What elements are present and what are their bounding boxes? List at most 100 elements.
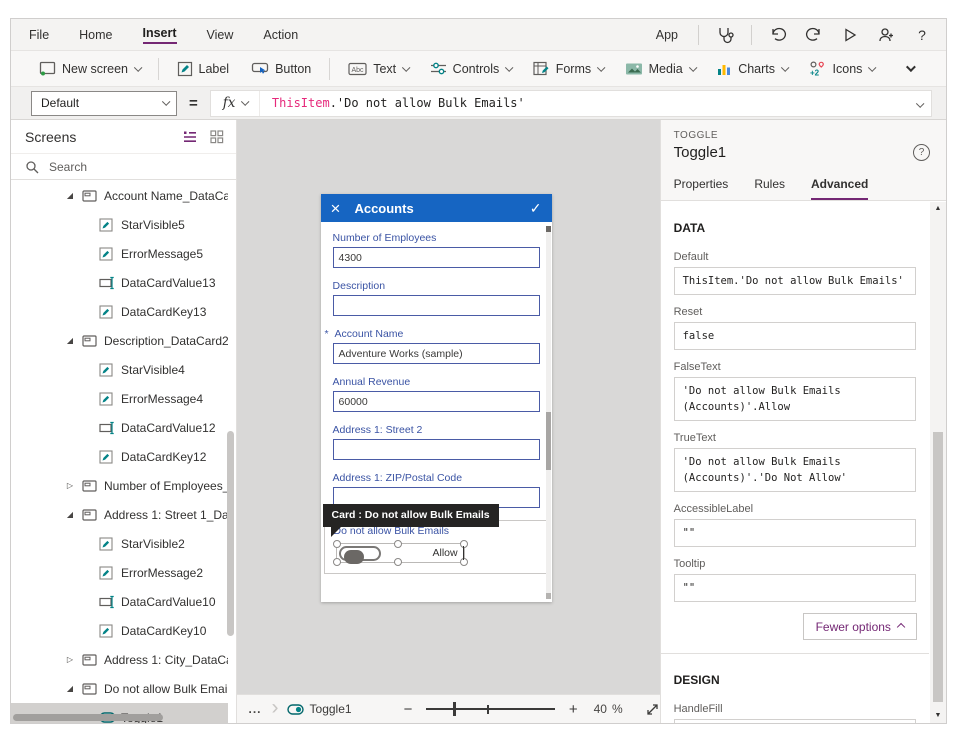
tree-view-icon[interactable] [183, 130, 198, 144]
toolbar-button-button[interactable]: Button [241, 56, 321, 82]
collapse-triangle-icon[interactable]: ◢ [63, 684, 77, 693]
screens-search[interactable]: Search [11, 153, 236, 180]
tree-item-datacardvalue10[interactable]: DataCardValue10 [11, 587, 228, 616]
form-scrollbar-top[interactable] [545, 226, 551, 232]
redo-icon[interactable] [804, 25, 824, 45]
menu-item-home[interactable]: Home [79, 19, 112, 50]
collapse-triangle-icon[interactable]: ◢ [63, 191, 77, 200]
property-value-input[interactable]: ThisItem.'Do not allow Bulk Emails' [673, 267, 916, 295]
tree-item-starvisible4[interactable]: StarVisible4 [11, 355, 228, 384]
toolbar-overflow-chevron[interactable] [896, 56, 923, 82]
tab-rules[interactable]: Rules [754, 177, 785, 200]
toolbar-forms-button[interactable]: Forms [523, 56, 613, 82]
tree-item-do-not-allow-bulk-emails-da[interactable]: ◢ Do not allow Bulk Emails_Da [11, 674, 228, 703]
tree-item-datacardkey10[interactable]: DataCardKey10 [11, 616, 228, 645]
tree-horizontal-scrollbar[interactable] [13, 714, 163, 721]
toolbar-new-screen-button[interactable]: New screen [29, 56, 150, 82]
collapse-triangle-icon[interactable]: ◢ [63, 510, 77, 519]
expand-triangle-icon[interactable]: ▷ [63, 655, 77, 664]
fx-button[interactable]: fx [211, 90, 260, 116]
breadcrumb-ellipsis[interactable]: ... [249, 702, 262, 716]
menu-item-action[interactable]: Action [263, 19, 298, 50]
app-checker-icon[interactable] [715, 25, 735, 45]
help-icon[interactable]: ? [912, 25, 932, 45]
selection-handle[interactable] [459, 558, 468, 566]
property-selector[interactable]: Default [31, 90, 177, 116]
zoom-slider[interactable] [426, 702, 555, 716]
property-value-input[interactable]: 'Do not allow Bulk Emails (Accounts)'.Al… [673, 377, 916, 421]
preview-play-icon[interactable] [840, 25, 860, 45]
toolbar-icons-button[interactable]: +2 Icons [799, 56, 884, 82]
menu-item-insert[interactable]: Insert [142, 19, 177, 50]
toolbar-media-button[interactable]: Media [615, 56, 705, 82]
toggle-knob[interactable] [343, 550, 364, 564]
field-input[interactable]: Adventure Works (sample) [332, 343, 540, 364]
property-value-input[interactable]: "" [673, 574, 916, 602]
tree-item-starvisible5[interactable]: StarVisible5 [11, 210, 228, 239]
form-scrollbar-bottom[interactable] [545, 593, 551, 599]
panel-help-icon[interactable]: ? [913, 144, 930, 161]
toggle-selection[interactable]: Allow [332, 540, 468, 566]
toolbar-label-button[interactable]: Label [167, 56, 240, 82]
field-input[interactable]: 4300 [332, 247, 540, 268]
tree-item-datacardvalue13[interactable]: DataCardValue13 [11, 268, 228, 297]
tree-item-datacardvalue12[interactable]: DataCardValue12 [11, 413, 228, 442]
check-icon[interactable]: ✓ [530, 200, 542, 217]
tree-item-number-of-employees-data[interactable]: ▷ Number of Employees_Data [11, 471, 228, 500]
expand-triangle-icon[interactable]: ▷ [63, 481, 77, 490]
property-value-input[interactable]: "" [673, 519, 916, 547]
panel-scrollbar-thumb[interactable] [933, 432, 943, 702]
selection-handle[interactable] [393, 540, 402, 548]
tree-item-address-1-street-1-datacar[interactable]: ◢ Address 1: Street 1_DataCar [11, 500, 228, 529]
tab-properties[interactable]: Properties [674, 177, 729, 200]
tree-item-errormessage2[interactable]: ErrorMessage2 [11, 558, 228, 587]
share-person-add-icon[interactable] [876, 25, 896, 45]
scroll-up-arrow[interactable]: ▲ [930, 202, 946, 216]
fewer-options-button[interactable]: Fewer options [803, 613, 917, 640]
formula-expand-chevron[interactable] [906, 94, 932, 112]
field-input[interactable]: 60000 [332, 391, 540, 412]
breadcrumb-control[interactable]: Toggle1 [286, 702, 352, 716]
collapse-triangle-icon[interactable]: ◢ [63, 336, 77, 345]
tree-item-errormessage4[interactable]: ErrorMessage4 [11, 384, 228, 413]
grid-view-icon[interactable] [209, 129, 224, 144]
tree-item-description-datacard2[interactable]: ◢ Description_DataCard2 [11, 326, 228, 355]
app-menu-item[interactable]: App [656, 28, 678, 42]
selection-handle[interactable] [332, 558, 341, 566]
zoom-slider-thumb[interactable] [453, 702, 457, 716]
tree-item-datacardkey12[interactable]: DataCardKey12 [11, 442, 228, 471]
toggle-datacard[interactable]: Do not allow Bulk Emails Allow [323, 520, 549, 574]
toolbar-controls-button[interactable]: Controls [420, 56, 521, 82]
selection-handle[interactable] [393, 558, 402, 566]
zoom-in-button[interactable]: + [569, 701, 578, 718]
selection-handle[interactable] [459, 540, 468, 548]
tree-vertical-scrollbar[interactable] [226, 431, 234, 636]
field-input[interactable] [332, 439, 540, 460]
property-value-input[interactable]: 'Do not allow Bulk Emails (Accounts)'.'D… [673, 448, 916, 492]
tab-advanced[interactable]: Advanced [811, 177, 869, 200]
tree-item-address-1-city-datacard2[interactable]: ▷ Address 1: City_DataCard2 [11, 645, 228, 674]
scroll-down-arrow[interactable]: ▼ [930, 709, 946, 723]
selection-handle[interactable] [332, 540, 341, 548]
toolbar-charts-button[interactable]: Charts [706, 56, 796, 82]
fit-to-window-icon[interactable] [645, 702, 660, 717]
tree-item-datacardkey13[interactable]: DataCardKey13 [11, 297, 228, 326]
property-value-input[interactable]: RGBA(255, 255, 255, 1) [673, 719, 916, 723]
form-scrollbar-thumb[interactable] [545, 412, 551, 470]
zoom-out-button[interactable]: − [404, 701, 413, 718]
tree-item-account-name-datacard2[interactable]: ◢ Account Name_DataCard2 [11, 181, 228, 210]
toggle-control[interactable] [338, 546, 381, 564]
toolbar-text-button[interactable]: Abc Text [338, 56, 417, 82]
close-icon[interactable]: × [331, 200, 341, 217]
field-input[interactable] [332, 295, 540, 316]
formula-input[interactable]: ThisItem.'Do not allow Bulk Emails' [260, 96, 906, 110]
panel-scrollbar[interactable]: ▲ ▼ [930, 202, 946, 723]
datacard-icon [82, 508, 99, 522]
menu-item-view[interactable]: View [207, 19, 234, 50]
canvas-area[interactable]: × Accounts ✓ Number of Employees 4300 Desc… [236, 120, 660, 723]
menu-item-file[interactable]: File [29, 19, 49, 50]
tree-item-errormessage5[interactable]: ErrorMessage5 [11, 239, 228, 268]
property-value-input[interactable]: false [673, 322, 916, 350]
tree-item-starvisible2[interactable]: StarVisible2 [11, 529, 228, 558]
undo-icon[interactable] [768, 25, 788, 45]
